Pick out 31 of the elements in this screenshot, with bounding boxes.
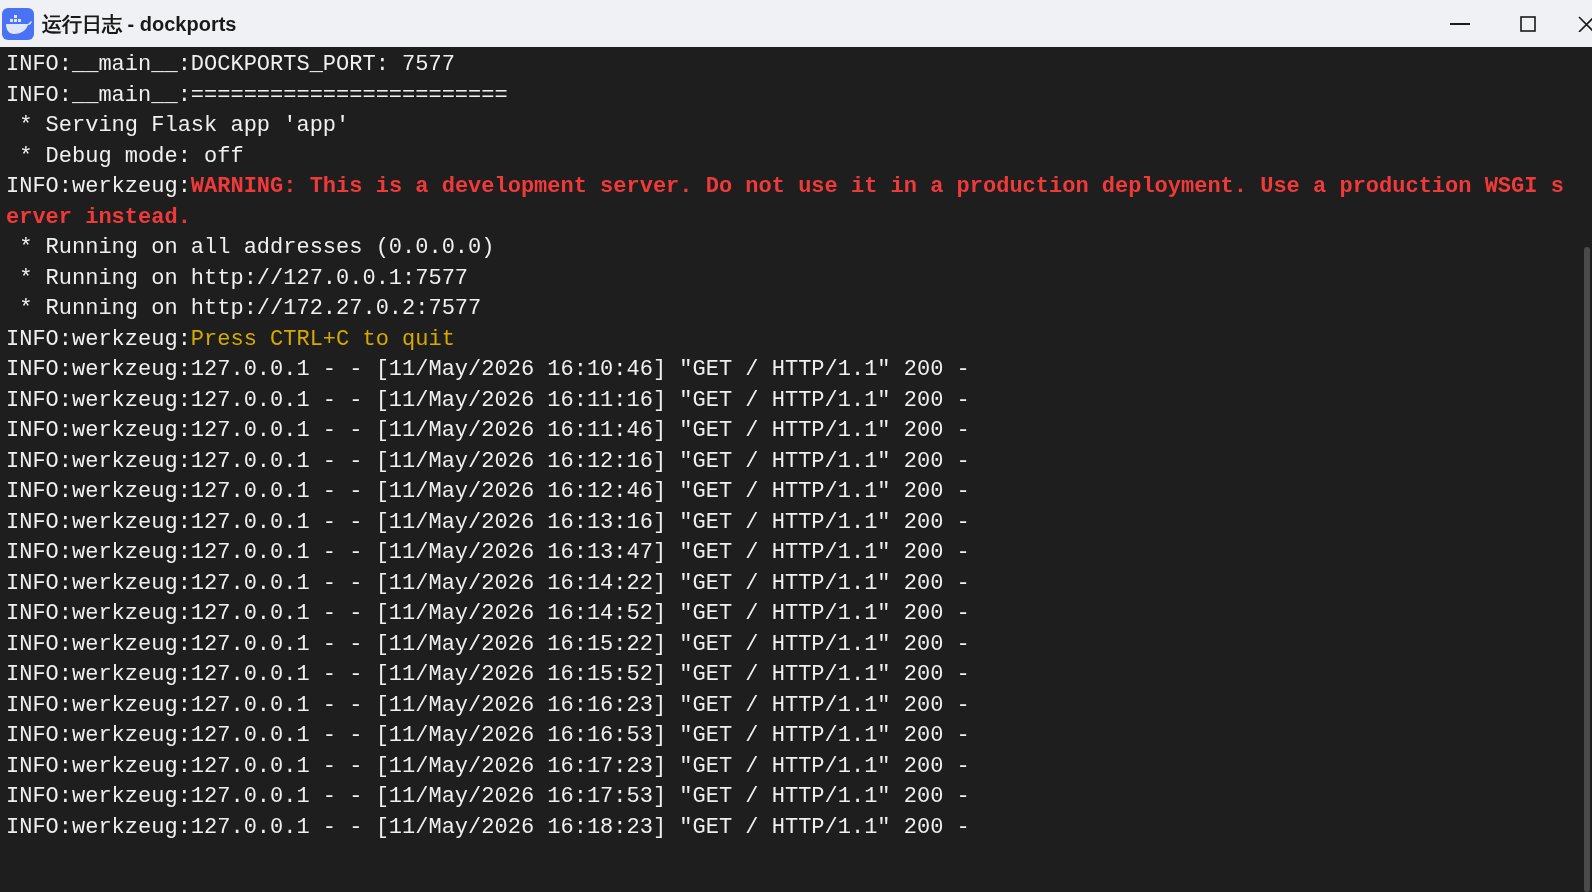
log-line: INFO:werkzeug:127.0.0.1 - - [11/May/2026 16:11:16] "GET / HTTP/1.1" 200 - [6,386,971,415]
log-line: INFO:werkzeug:127.0.0.1 - - [11/May/2026 16:15:52] "GET / HTTP/1.1" 200 - [6,661,971,689]
log-line: INFO:werkzeug:127.0.0.1 - - [11/May/2026 16:18:23] "GET / HTTP/1.1" 200 - [6,813,971,842]
log-line: * Running on http://127.0.0.1:7577 [18,264,470,293]
log-line: INFO:werkzeug:127.0.0.1 - - [11/May/2026 16:14:22] "GET / HTTP/1.1" 200 - [6,569,971,598]
log-line: INFO:werkzeug:WARNING: This is a development server. Do not use it in a production deployment. Use a production WSGI server instead. [6,173,1565,232]
log-line: INFO:werkzeug:127.0.0.1 - - [11/May/2026 16:12:46] "GET / HTTP/1.1" 200 - [6,478,971,506]
log-line: INFO:werkzeug:127.0.0.1 - - [11/May/2026 16:10:46] "GET / HTTP/1.1" 200 - [6,356,971,384]
log-line: * Serving Flask app 'app' [18,112,351,140]
minimize-icon [1450,22,1470,25]
log-line: INFO:werkzeug:127.0.0.1 - - [11/May/2026 16:11:46] "GET / HTTP/1.1" 200 - [6,417,971,445]
window-title: 运行日志 - dockports [42,11,237,37]
log-line: INFO:__main__:DOCKPORTS_PORT: 7577 [6,51,456,79]
log-line: * Running on http://172.27.0.2:7577 [18,295,483,323]
log-line: INFO:werkzeug:127.0.0.1 - - [11/May/2026 16:17:53] "GET / HTTP/1.1" 200 - [6,783,971,811]
log-line: INFO:werkzeug:127.0.0.1 - - [11/May/2026 16:16:53] "GET / HTTP/1.1" 200 - [6,722,971,750]
log-line: INFO:__main__:======================== [6,81,509,110]
close-icon [1578,15,1592,32]
log-line: * Running on all addresses (0.0.0.0) [18,234,496,262]
log-line: INFO:werkzeug:127.0.0.1 - - [11/May/2026 16:15:22] "GET / HTTP/1.1" 200 - [6,630,971,659]
log-line: INFO:werkzeug:127.0.0.1 - - [11/May/2026 16:13:16] "GET / HTTP/1.1" 200 - [6,508,971,537]
scrollbar-thumb[interactable] [1584,247,1590,892]
log-line: INFO:werkzeug:127.0.0.1 - - [11/May/2026 16:12:16] "GET / HTTP/1.1" 200 - [6,447,971,476]
log-line: * Debug mode: off [18,142,245,171]
maximize-icon [1520,15,1536,32]
app-icon [2,7,34,40]
log-line: INFO:werkzeug:127.0.0.1 - - [11/May/2026 16:17:23] "GET / HTTP/1.1" 200 - [6,752,971,781]
log-line: INFO:werkzeug:Press CTRL+C to quit [6,325,456,354]
log-line: INFO:werkzeug:127.0.0.1 - - [11/May/2026 16:16:23] "GET / HTTP/1.1" 200 - [6,691,971,720]
log-line: INFO:werkzeug:127.0.0.1 - - [11/May/2026 16:14:52] "GET / HTTP/1.1" 200 - [6,600,971,628]
log-line: INFO:werkzeug:127.0.0.1 - - [11/May/2026 16:13:47] "GET / HTTP/1.1" 200 - [6,539,971,567]
